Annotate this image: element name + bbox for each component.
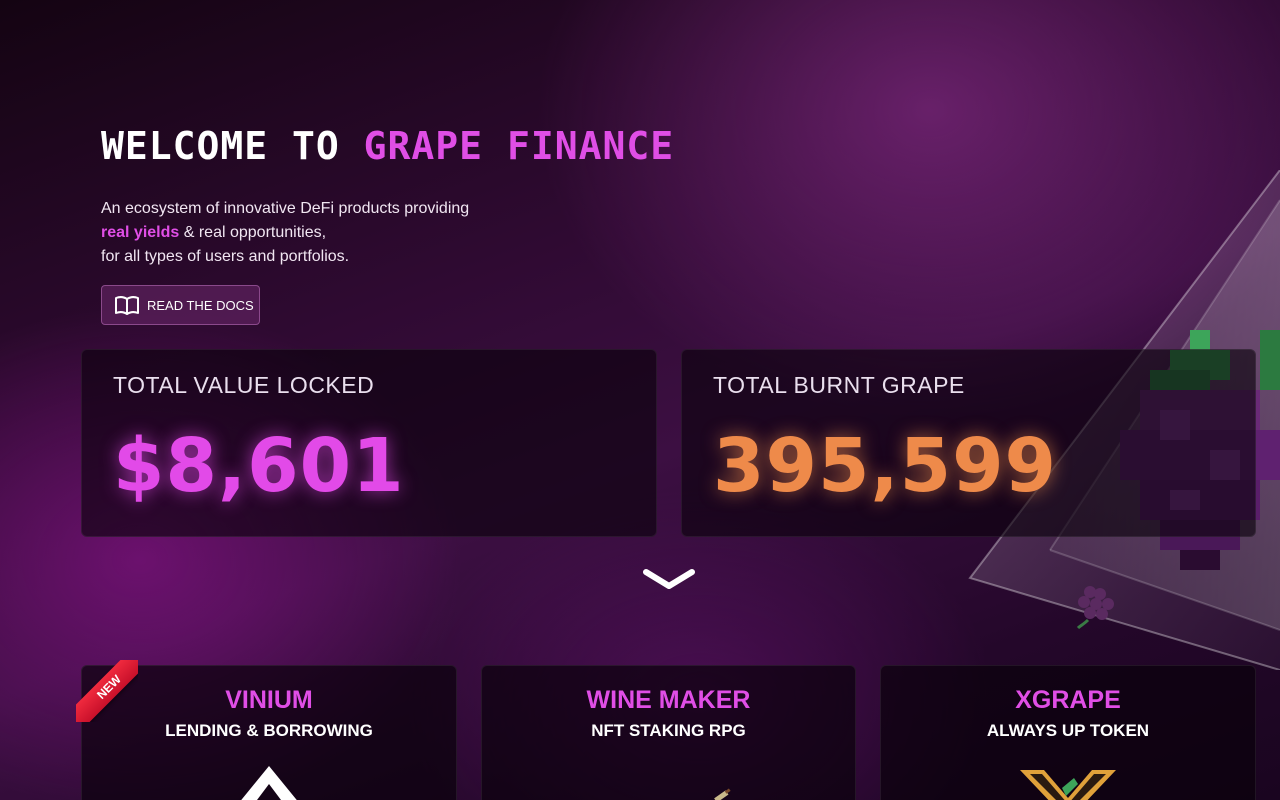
tvl-value: $8,601 (113, 423, 405, 509)
wine-maker-card[interactable]: Wine Maker NFT Staking RPG (481, 665, 856, 800)
read-docs-label: Read the docs (147, 297, 254, 313)
tvl-label: Total Value Locked (113, 372, 375, 398)
chevron-down-icon[interactable] (642, 566, 696, 592)
burnt-grape-label: Total Burnt Grape (713, 372, 965, 398)
hero-desc-line-1: An ecosystem of innovative DeFi products… (101, 200, 470, 217)
real-yields-highlight: real yields (101, 224, 180, 241)
xgrape-subtitle: Always Up Token (986, 721, 1150, 740)
hero-desc-line-2: real yields & real opportunities, (101, 221, 561, 245)
hero-description: An ecosystem of innovative DeFi products… (101, 197, 561, 269)
vinium-subtitle: Lending & Borrowing (165, 721, 373, 740)
hero-desc-line-3: for all types of users and portfolios. (101, 248, 350, 265)
wine-maker-subtitle: NFT Staking RPG (591, 721, 746, 740)
tvl-card: Total Value Locked $8,601 (81, 349, 657, 537)
vinium-logo-icon (241, 766, 297, 800)
hero-title-prefix: Welcome to (101, 124, 340, 168)
hero-title-highlight: Grape Finance (363, 124, 675, 168)
burnt-grape-value: 395,599 (713, 423, 1058, 509)
read-docs-button[interactable]: Read the docs (101, 285, 260, 325)
small-grape-icon (1076, 586, 1114, 630)
xgrape-card[interactable]: xGrape Always Up Token (880, 665, 1256, 800)
xgrape-title: xGrape (1015, 686, 1121, 714)
wine-maker-title: Wine Maker (586, 686, 751, 714)
wine-bottle-icon (714, 788, 731, 800)
hero-desc-line-2-rest: & real opportunities, (183, 224, 327, 241)
burnt-grape-card: Total Burnt Grape 395,599 (681, 349, 1256, 537)
xgrape-logo-icon (1020, 770, 1116, 800)
vinium-card[interactable]: Vinium Lending & Borrowing (81, 665, 457, 800)
book-open-icon (115, 296, 139, 315)
hero-title: Welcome to Grape Finance (101, 124, 674, 168)
vinium-title: Vinium (225, 686, 313, 714)
